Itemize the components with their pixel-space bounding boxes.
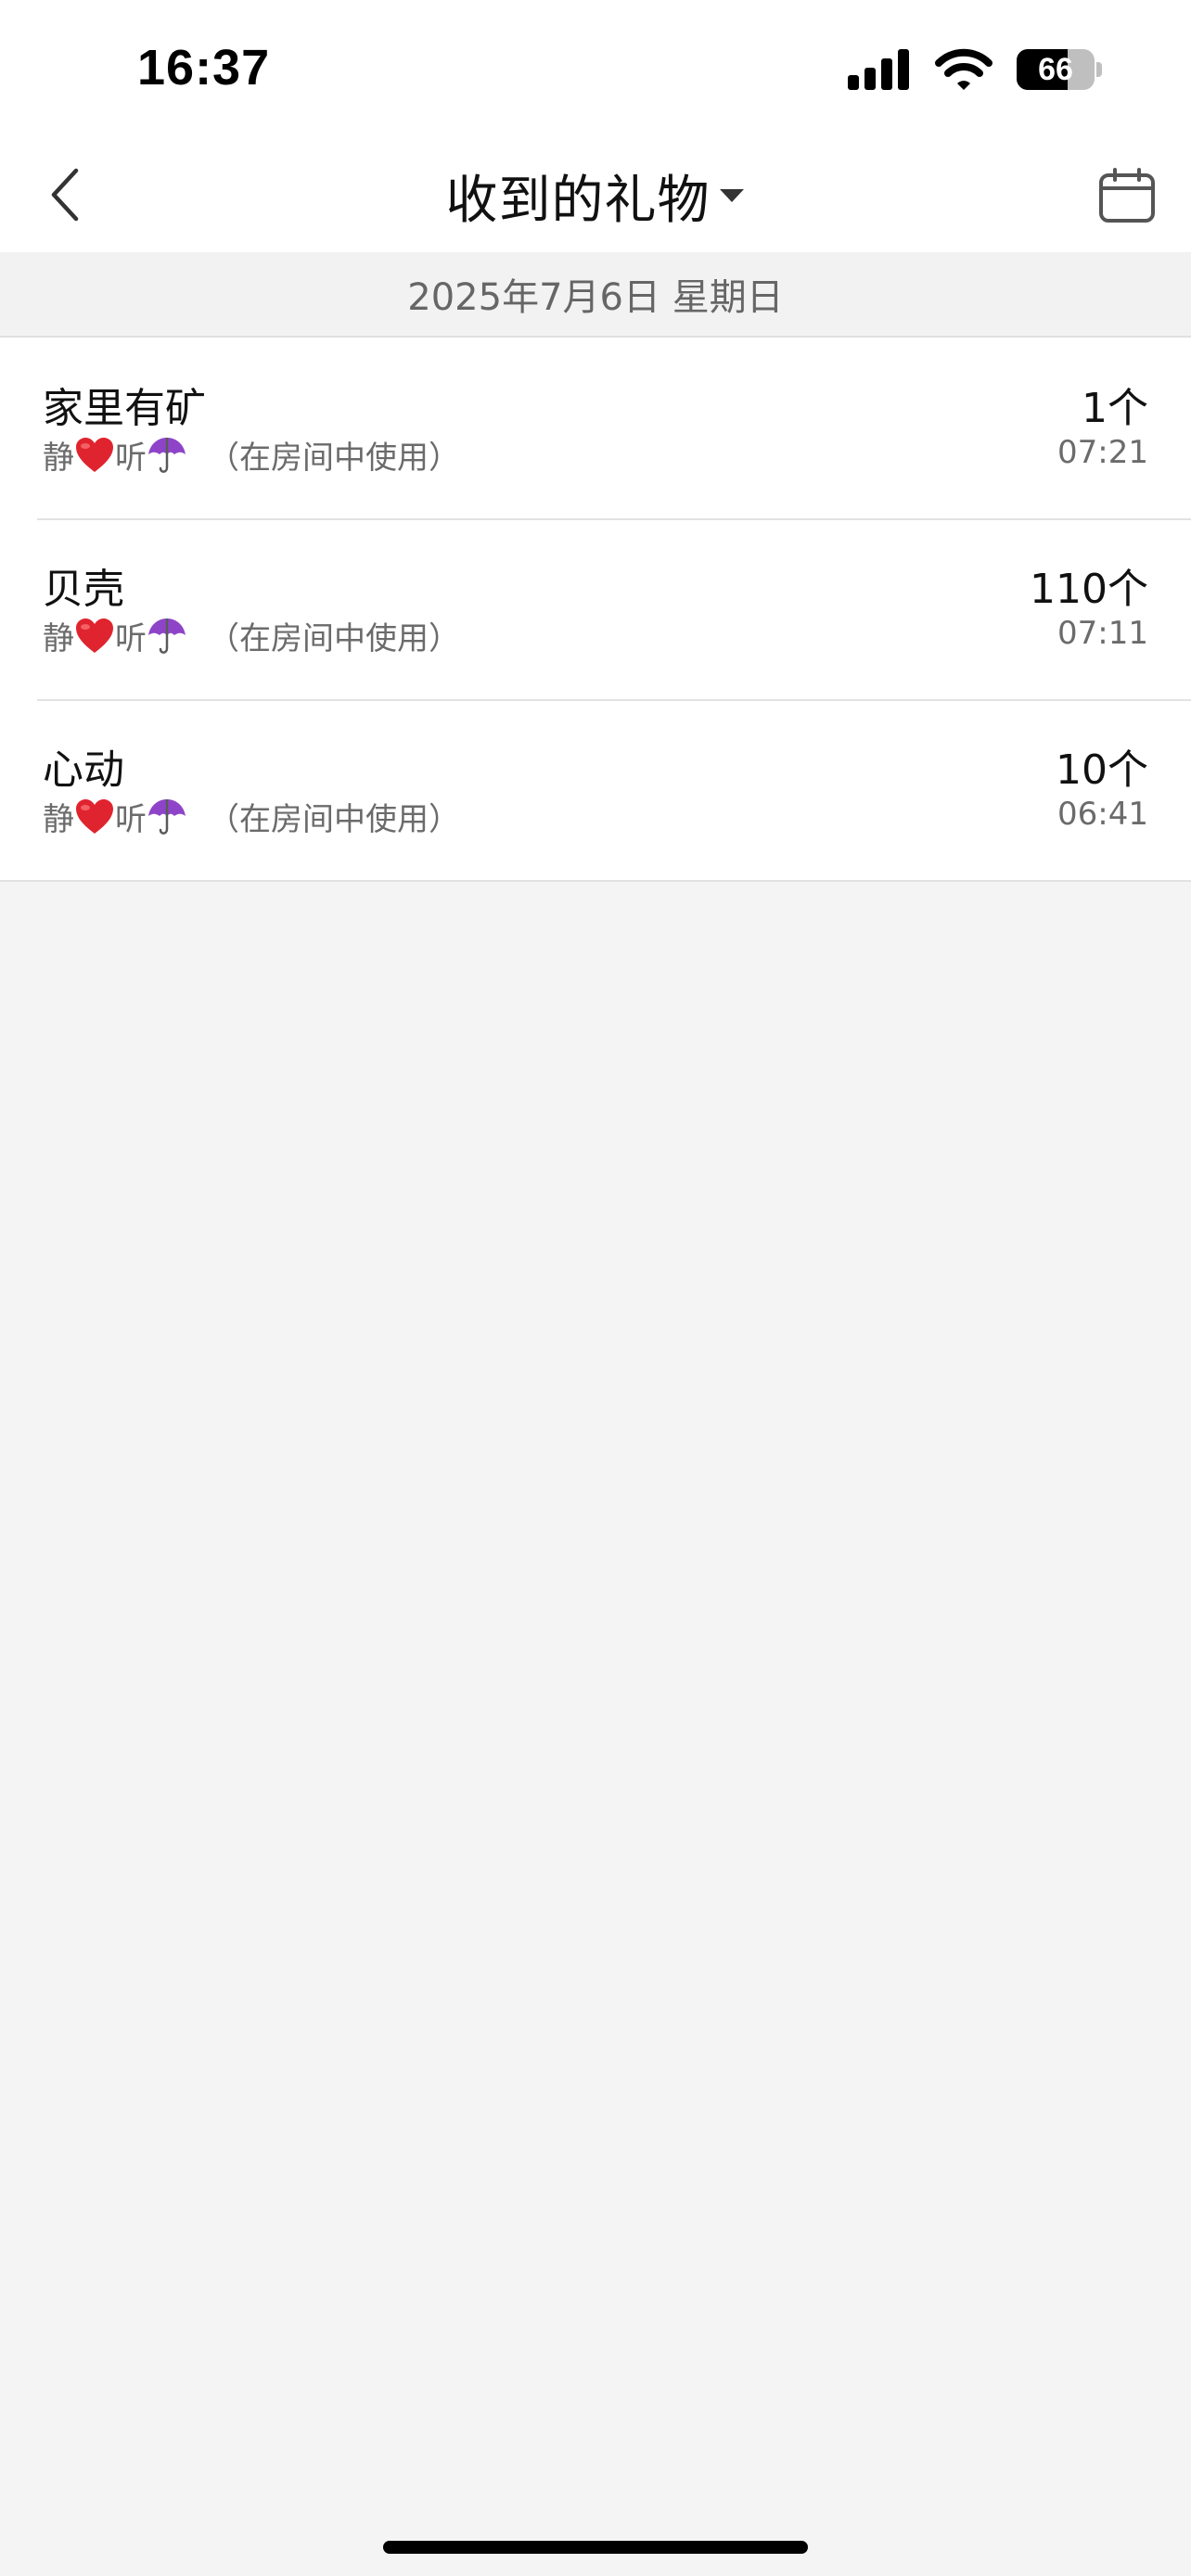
gift-name: 心动 — [43, 746, 124, 794]
battery-body: 66 — [1017, 49, 1095, 90]
wifi-icon — [935, 48, 992, 90]
status-time: 16:37 — [137, 40, 271, 96]
gift-row[interactable]: 贝壳 静 听 （在房间中使用） 110个 07:11 — [0, 518, 1191, 699]
status-icons: 66 — [848, 45, 1102, 95]
gift-time: 07:11 — [1057, 615, 1148, 652]
gift-count: 10个 — [1056, 746, 1148, 794]
gift-time: 07:21 — [1057, 434, 1148, 471]
gift-count: 110个 — [1030, 566, 1148, 613]
chevron-left-icon — [51, 168, 79, 222]
umbrella-icon — [148, 798, 186, 835]
date-text: 2025年7月6日 星期日 — [407, 276, 784, 319]
page-title: 收到的礼物 — [445, 170, 711, 231]
gift-sender: 静 听 （在房间中使用） — [43, 794, 460, 839]
home-indicator — [383, 2541, 808, 2554]
battery-icon: 66 — [1017, 49, 1102, 90]
gift-row[interactable]: 心动 静 听 （在房间中使用） 10个 06:41 — [0, 699, 1191, 880]
usage-note: （在房间中使用） — [208, 801, 460, 838]
sender-name-part: 静 — [43, 620, 74, 657]
gift-name: 贝壳 — [43, 566, 124, 613]
heart-icon — [76, 798, 113, 834]
screen: 16:37 66 收到的礼物 2025年7月6日 星期日 家里有矿 静 听 （在… — [0, 0, 1191, 2576]
battery-level: 66 — [1038, 52, 1073, 87]
nav-title-wrap: 收到的礼物 — [0, 139, 1191, 252]
usage-note: （在房间中使用） — [208, 620, 460, 657]
calendar-button[interactable] — [1091, 159, 1163, 232]
back-button[interactable] — [28, 158, 102, 232]
date-header: 2025年7月6日 星期日 — [0, 252, 1191, 338]
gift-row[interactable]: 家里有矿 静 听 （在房间中使用） 1个 07:21 — [0, 338, 1191, 518]
signal-icon — [848, 49, 909, 90]
sender-name-part: 听 — [115, 620, 147, 657]
umbrella-icon — [148, 618, 186, 654]
sender-name-part: 听 — [115, 801, 147, 838]
gift-list: 家里有矿 静 听 （在房间中使用） 1个 07:21 贝壳 静 听 （在房间中使… — [0, 338, 1191, 882]
umbrella-icon — [148, 437, 186, 473]
sender-name-part: 静 — [43, 801, 74, 838]
caret-down-icon — [719, 189, 744, 202]
status-bar: 16:37 66 — [0, 0, 1191, 139]
heart-icon — [76, 618, 113, 653]
gift-type-dropdown[interactable]: 收到的礼物 — [446, 159, 746, 234]
gift-sender: 静 听 （在房间中使用） — [43, 613, 460, 658]
sender-name-part: 静 — [43, 440, 74, 477]
gift-count: 1个 — [1082, 385, 1148, 432]
nav-bar: 收到的礼物 — [0, 139, 1191, 252]
usage-note: （在房间中使用） — [208, 440, 460, 477]
gift-time: 06:41 — [1057, 796, 1148, 833]
sender-name-part: 听 — [115, 440, 147, 477]
gift-sender: 静 听 （在房间中使用） — [43, 432, 460, 478]
gift-name: 家里有矿 — [43, 385, 206, 432]
heart-icon — [76, 437, 113, 472]
battery-cap — [1096, 62, 1102, 77]
calendar-icon — [1099, 168, 1155, 223]
